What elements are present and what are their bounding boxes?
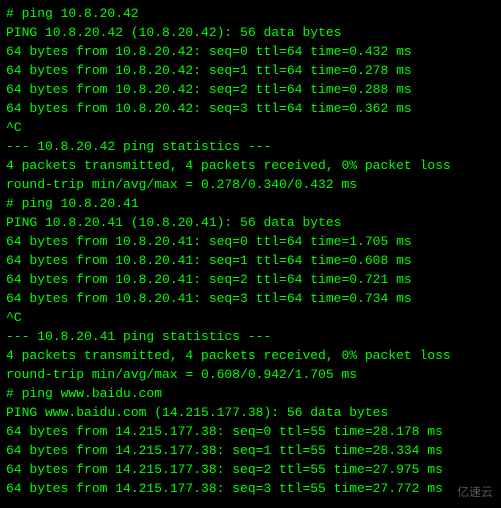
terminal-line: 4 packets transmitted, 4 packets receive… (6, 156, 495, 175)
terminal-line: # ping 10.8.20.42 (6, 4, 495, 23)
terminal-line: --- 10.8.20.41 ping statistics --- (6, 327, 495, 346)
terminal-line: --- 10.8.20.42 ping statistics --- (6, 137, 495, 156)
terminal-line: 64 bytes from 14.215.177.38: seq=2 ttl=5… (6, 460, 495, 479)
terminal-line: 64 bytes from 10.8.20.41: seq=1 ttl=64 t… (6, 251, 495, 270)
terminal-output: # ping 10.8.20.42PING 10.8.20.42 (10.8.2… (6, 4, 495, 498)
terminal-line: 64 bytes from 14.215.177.38: seq=1 ttl=5… (6, 441, 495, 460)
terminal-line: ^C (6, 118, 495, 137)
terminal-line: ^C (6, 308, 495, 327)
terminal-line: 64 bytes from 10.8.20.42: seq=2 ttl=64 t… (6, 80, 495, 99)
terminal-line: PING 10.8.20.41 (10.8.20.41): 56 data by… (6, 213, 495, 232)
terminal-line: 64 bytes from 14.215.177.38: seq=0 ttl=5… (6, 422, 495, 441)
terminal-line: round-trip min/avg/max = 0.278/0.340/0.4… (6, 175, 495, 194)
terminal-line: PING www.baidu.com (14.215.177.38): 56 d… (6, 403, 495, 422)
terminal-line: # ping www.baidu.com (6, 384, 495, 403)
terminal-line: PING 10.8.20.42 (10.8.20.42): 56 data by… (6, 23, 495, 42)
terminal-line: 4 packets transmitted, 4 packets receive… (6, 346, 495, 365)
terminal-line: round-trip min/avg/max = 0.608/0.942/1.7… (6, 365, 495, 384)
terminal-line: 64 bytes from 10.8.20.41: seq=3 ttl=64 t… (6, 289, 495, 308)
terminal-line: 64 bytes from 10.8.20.42: seq=0 ttl=64 t… (6, 42, 495, 61)
terminal-line: 64 bytes from 10.8.20.41: seq=2 ttl=64 t… (6, 270, 495, 289)
terminal-line: 64 bytes from 10.8.20.42: seq=3 ttl=64 t… (6, 99, 495, 118)
terminal-line: # ping 10.8.20.41 (6, 194, 495, 213)
terminal-line: 64 bytes from 10.8.20.41: seq=0 ttl=64 t… (6, 232, 495, 251)
terminal-line: 64 bytes from 14.215.177.38: seq=3 ttl=5… (6, 479, 495, 498)
terminal-line: 64 bytes from 10.8.20.42: seq=1 ttl=64 t… (6, 61, 495, 80)
